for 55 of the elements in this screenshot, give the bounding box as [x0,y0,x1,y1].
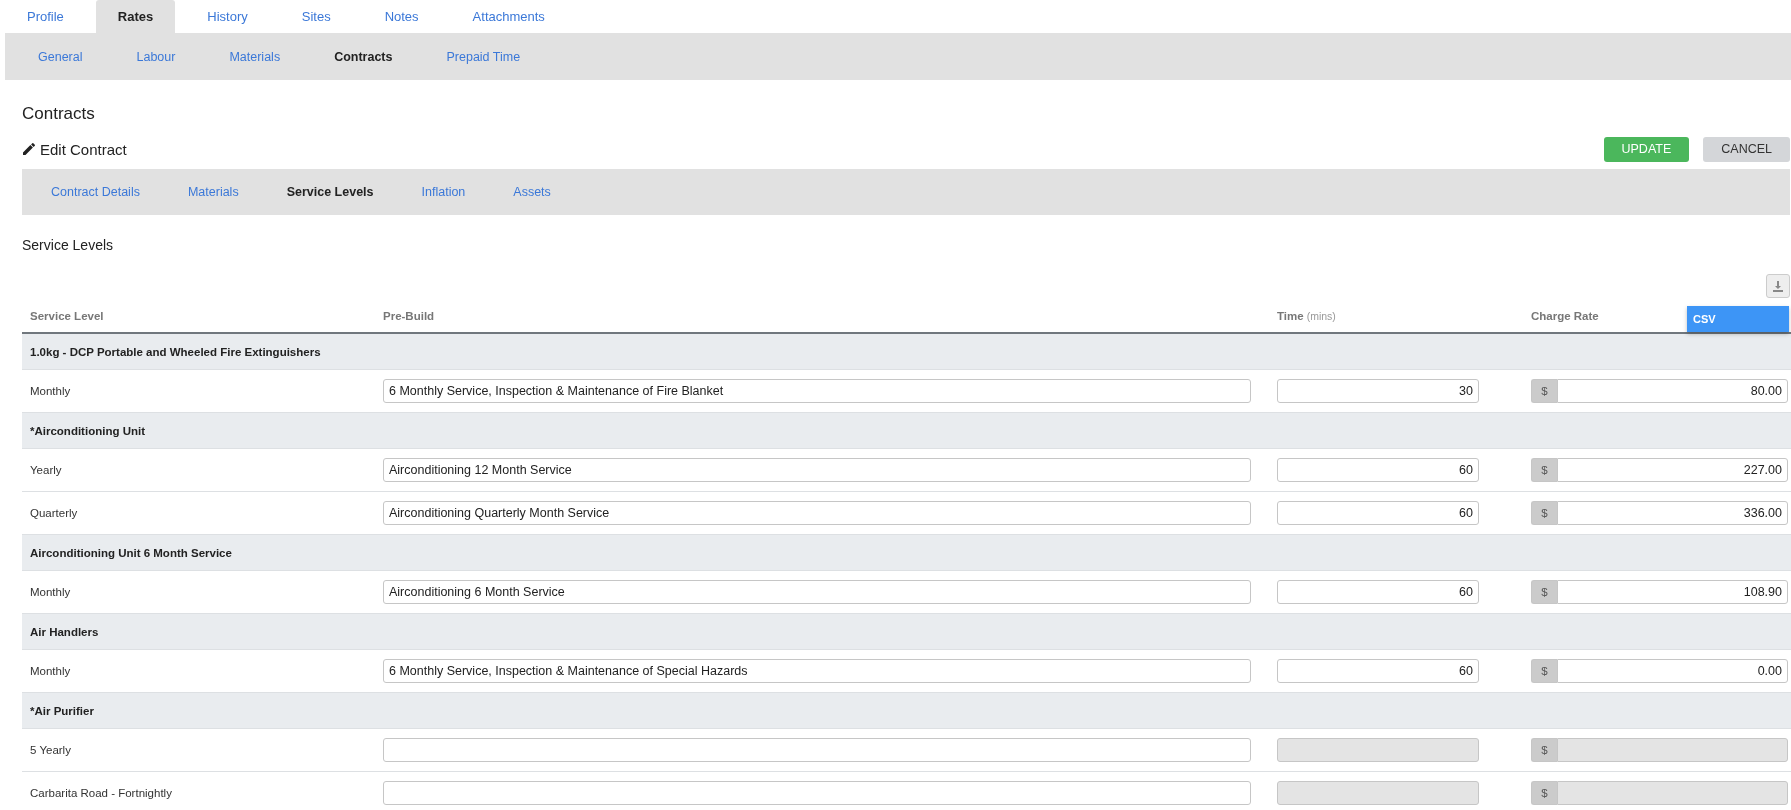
charge-rate-field[interactable]: 227.00 [1557,458,1788,482]
currency-addon: $ [1531,458,1557,482]
nav-tab[interactable]: Attachments [450,0,567,33]
time-field[interactable]: 60 [1277,501,1479,525]
currency-addon: $ [1531,659,1557,683]
time-field[interactable]: 60 [1277,580,1479,604]
group-row: 1.0kg - DCP Portable and Wheeled Fire Extinguishers [22,334,1791,370]
service-level-label: Quarterly [30,507,78,519]
cancel-button[interactable]: CANCEL [1703,136,1790,162]
pre-build-field[interactable]: Airconditioning Quarterly Month Service [383,501,1251,525]
group-row: *Air Purifier [22,693,1791,729]
currency-addon: $ [1531,379,1557,403]
page-title: Contracts [22,103,96,125]
service-level-label: Monthly [30,385,71,397]
column-header: Service Level [30,310,104,322]
charge-rate-field[interactable]: 80.00 [1557,379,1788,403]
service-level-label: 5 Yearly [30,744,71,756]
time-field[interactable]: 60 [1277,458,1479,482]
nav-tab[interactable]: History [185,0,270,33]
currency-addon: $ [1531,501,1557,525]
pre-build-field[interactable] [383,781,1251,805]
pre-build-field[interactable]: Airconditioning 12 Month Service [383,458,1251,482]
currency-addon: $ [1531,580,1557,604]
nav-tab[interactable]: Profile [5,0,86,33]
sub-nav-tab[interactable]: Contracts [307,49,420,64]
download-icon [1772,280,1784,292]
pre-build-field[interactable]: 6 Monthly Service, Inspection & Maintenance of Special Hazards [383,659,1251,683]
column-header: Pre-Build [383,310,435,322]
currency-addon: $ [1531,738,1557,762]
pre-build-field[interactable] [383,738,1251,762]
service-level-label: Carbarita Road - Fortnightly [30,787,172,799]
nav-tab[interactable]: Notes [362,0,441,33]
charge-rate-field[interactable]: 108.90 [1557,580,1788,604]
charge-rate-field[interactable]: 336.00 [1557,501,1788,525]
contract-tab[interactable]: Service Levels [262,185,398,199]
service-level-label: Monthly [30,586,71,598]
group-row: Airconditioning Unit 6 Month Service [22,535,1791,571]
time-field[interactable]: 30 [1277,379,1479,403]
column-header: Charge Rate [1531,310,1599,322]
service-level-label: Monthly [30,665,71,677]
time-field[interactable]: 60 [1277,659,1479,683]
currency-addon: $ [1531,781,1557,805]
pre-build-field[interactable]: Airconditioning 6 Month Service [383,580,1251,604]
group-row: *Airconditioning Unit [22,413,1791,449]
charge-rate-field[interactable]: 0.00 [1557,659,1788,683]
pencil-icon [22,142,36,156]
pre-build-field[interactable]: 6 Monthly Service, Inspection & Maintenance of Fire Blanket [383,379,1251,403]
download-button[interactable] [1766,274,1790,298]
nav-tab[interactable]: Rates [95,0,176,33]
group-row: Air Handlers [22,614,1791,650]
column-header: Time (mins) [1277,310,1336,322]
nav-tab[interactable]: Sites [279,0,353,33]
panel-title: Service Levels [22,236,115,255]
section-title: Edit Contract [40,140,127,158]
service-level-label: Yearly [30,464,62,476]
